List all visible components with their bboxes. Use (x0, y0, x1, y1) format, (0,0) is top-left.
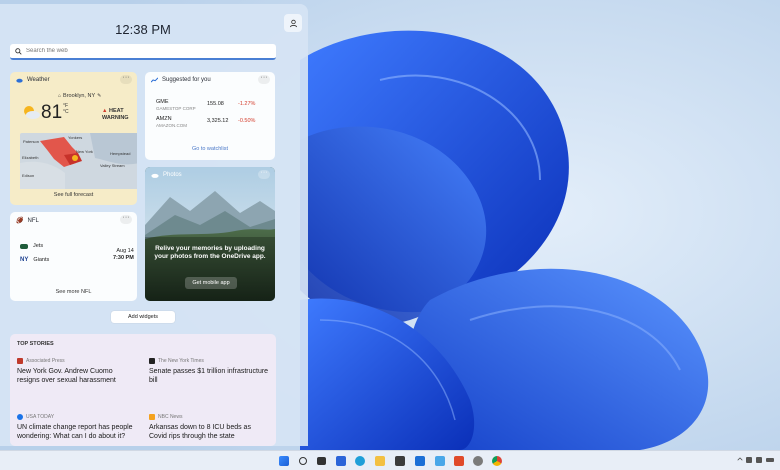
stock-row[interactable]: GME GAMESTOP CORP (156, 99, 196, 111)
stock-row[interactable]: AMZN AMAZON.COM (156, 116, 187, 128)
office-icon[interactable] (454, 456, 464, 466)
weather-alert[interactable]: ▲ HEAT WARNING (102, 108, 137, 122)
stock-price: 3,325.12 (207, 118, 229, 124)
edge-icon[interactable] (355, 456, 365, 466)
system-tray[interactable] (737, 457, 774, 463)
battery-icon[interactable] (766, 458, 774, 462)
file-explorer-icon[interactable] (375, 456, 385, 466)
weather-map[interactable]: Paterson Yonkers New York Elizabeth Vall… (20, 133, 137, 189)
story-headline: UN climate change report has people wond… (17, 424, 133, 440)
temperature-unit-toggle[interactable]: °F °C (63, 103, 69, 115)
nyt-logo-icon (149, 358, 155, 364)
search-input[interactable] (26, 48, 256, 54)
top-stories-widget: TOP STORIES Associated Press New York Go… (10, 334, 276, 446)
nfl-title: NFL (27, 217, 39, 224)
news-story[interactable]: Associated Press New York Gov. Andrew Cu… (17, 358, 137, 385)
photos-icon[interactable] (435, 456, 445, 466)
story-headline: New York Gov. Andrew Cuomo resigns over … (17, 368, 116, 384)
weather-temperature: 81 (41, 102, 63, 123)
widgets-panel: 12:38 PM Weather ··· ⌂ Brooklyn, NY ✎ (0, 4, 308, 446)
nfl-more-button[interactable]: ··· (120, 214, 132, 224)
story-headline: Arkansas down to 8 ICU beds as Covid rip… (149, 424, 251, 440)
weather-widget[interactable]: Weather ··· ⌂ Brooklyn, NY ✎ 81 °F °C ▲ … (10, 72, 137, 205)
edit-icon: ✎ (97, 93, 102, 99)
store-icon[interactable] (395, 456, 405, 466)
partly-sunny-icon (24, 106, 40, 119)
volume-icon[interactable] (756, 457, 762, 463)
onedrive-cloud-icon (151, 173, 159, 178)
stock-price: 155.08 (207, 101, 224, 107)
game-time: Aug 14 7:30 PM (113, 248, 134, 261)
task-view-icon[interactable] (317, 457, 326, 465)
chevron-up-icon[interactable] (737, 457, 743, 463)
stocks-title: Suggested for you (162, 77, 211, 83)
taskbar (0, 450, 780, 470)
search-icon (15, 47, 22, 55)
stocks-icon (151, 77, 158, 83)
settings-icon[interactable] (473, 456, 483, 466)
start-icon[interactable] (279, 456, 289, 466)
photos-message: Relive your memories by uploading your p… (154, 245, 266, 260)
map-label: Yonkers (68, 135, 82, 140)
map-label: Edison (22, 173, 34, 178)
photos-more-button[interactable]: ··· (258, 169, 270, 179)
weather-location[interactable]: ⌂ Brooklyn, NY ✎ (58, 93, 101, 99)
nfl-icon: 🏈 (16, 218, 24, 224)
wifi-icon[interactable] (746, 457, 752, 463)
map-label: Valley Stream (100, 163, 125, 168)
get-mobile-app-button[interactable]: Get mobile app (185, 277, 237, 289)
giants-logo-icon: NY (20, 257, 29, 263)
photos-title: Photos (163, 172, 182, 178)
stocks-widget[interactable]: Suggested for you ··· GME GAMESTOP CORP … (145, 72, 275, 160)
watchlist-link[interactable]: Go to watchlist (145, 146, 275, 152)
nfl-widget[interactable]: 🏈 NFL ··· Jets NY Giants Aug 14 7:30 PM … (10, 212, 137, 301)
team-row[interactable]: NY Giants (20, 257, 49, 263)
search-icon[interactable] (299, 457, 307, 465)
news-story[interactable]: NBC News Arkansas down to 8 ICU beds as … (149, 414, 269, 441)
story-headline: Senate passes $1 trillion infrastructure… (149, 368, 269, 384)
map-label: Hempstead (110, 151, 130, 156)
web-search-box[interactable] (10, 44, 276, 60)
map-label: Elizabeth (22, 155, 38, 160)
top-stories-title: TOP STORIES (17, 341, 54, 347)
chrome-icon[interactable] (492, 456, 502, 466)
nfl-more-link[interactable]: See more NFL (10, 289, 137, 295)
weather-icon (16, 78, 23, 83)
team-row[interactable]: Jets (20, 243, 43, 249)
add-widgets-button[interactable]: Add widgets (111, 311, 175, 323)
weather-title: Weather (27, 77, 50, 83)
map-label: New York (76, 149, 93, 154)
panel-clock: 12:38 PM (115, 22, 171, 37)
ap-logo-icon (17, 358, 23, 364)
weather-more-button[interactable]: ··· (120, 74, 132, 84)
news-story[interactable]: The New York Times Senate passes $1 tril… (149, 358, 269, 385)
profile-button[interactable] (284, 14, 302, 32)
widgets-icon[interactable] (336, 456, 346, 466)
stocks-more-button[interactable]: ··· (258, 74, 270, 84)
user-icon (289, 19, 297, 27)
mail-icon[interactable] (415, 456, 425, 466)
news-story[interactable]: USA TODAY UN climate change report has p… (17, 414, 137, 441)
photos-widget[interactable]: Photos ··· Relive your memories by uploa… (145, 167, 275, 301)
jets-logo-icon (20, 243, 28, 249)
home-icon: ⌂ (58, 93, 62, 99)
stock-change: -0.50% (238, 118, 256, 124)
warning-icon: ▲ (102, 108, 108, 114)
stock-change: -1.27% (238, 101, 256, 107)
map-label: Paterson (23, 139, 39, 144)
usa-today-logo-icon (17, 414, 23, 420)
weather-forecast-link[interactable]: See full forecast (10, 192, 137, 198)
nbc-logo-icon (149, 414, 155, 420)
